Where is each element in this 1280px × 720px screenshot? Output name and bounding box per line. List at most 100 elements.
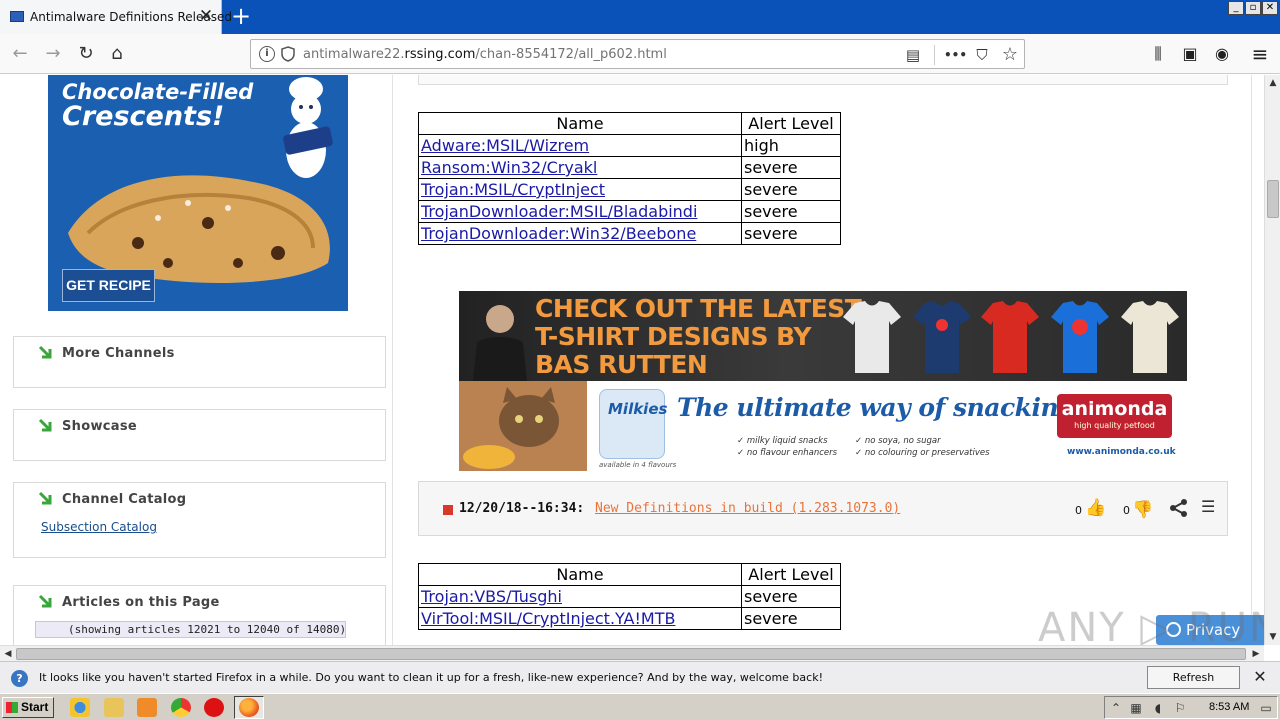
pocket-icon[interactable]: ⛉ [971, 44, 993, 66]
share-icon[interactable] [1169, 498, 1189, 518]
horizontal-scrollbar[interactable]: ◀ ▶ [0, 645, 1264, 661]
threat-link[interactable]: TrojanDownloader:Win32/Beebone [421, 224, 696, 243]
threat-link[interactable]: Trojan:MSIL/CryptInject [421, 180, 605, 199]
dislike-count: 0 [1123, 504, 1130, 517]
account-icon[interactable]: ◉ [1210, 42, 1234, 66]
column-header-name: Name [418, 112, 742, 135]
ie-icon[interactable] [70, 698, 90, 717]
refresh-firefox-button[interactable]: Refresh Firefox… [1147, 666, 1240, 705]
thumbs-down-icon[interactable]: 👎 [1132, 500, 1153, 520]
show-desktop-icon[interactable]: ▭ [1259, 701, 1273, 715]
threat-link[interactable]: VirTool:MSIL/CryptInject.YA!MTB [421, 609, 675, 628]
reader-view-icon[interactable]: ▤ [902, 44, 924, 66]
back-button[interactable]: ← [6, 40, 34, 68]
reload-button[interactable]: ↻ [72, 40, 100, 68]
forward-button[interactable]: → [39, 40, 67, 68]
sidebox-title[interactable]: Articles on this Page [62, 595, 220, 610]
arrow-down-right-icon [38, 345, 52, 359]
screen: Antimalware Definitions Released ✕ + _ ▫… [0, 0, 1280, 720]
minimize-button[interactable]: _ [1228, 1, 1244, 15]
column-header-alert-level: Alert Level [741, 563, 841, 586]
sidebox-title[interactable]: Channel Catalog [62, 492, 186, 507]
new-tab-button[interactable]: + [228, 4, 254, 30]
navigation-toolbar: ← → ↻ ⌂ i antimalware22.rssing.com/chan-… [0, 34, 1280, 74]
explorer-folder-icon[interactable] [104, 698, 124, 717]
tshirt-navy-icon [913, 301, 971, 373]
post-title-link[interactable]: New Definitions in build (1.283.1073.0) [595, 501, 900, 516]
post-menu-icon[interactable]: ☰ [1201, 497, 1215, 516]
milkies-pack-image: Milkies [599, 389, 667, 459]
tshirt-ad[interactable]: CHECK OUT THE LATEST T-SHIRT DESIGNS BY … [459, 291, 1187, 381]
windows-logo-icon [6, 702, 18, 713]
column-header-name: Name [418, 563, 742, 586]
bookmark-star-icon[interactable]: ☆ [999, 44, 1021, 66]
table-row: Trojan:VBS/Tusghi severe [418, 585, 841, 608]
crescent-ad[interactable]: Chocolate-Filled Crescents! GET RECIPE [48, 75, 348, 311]
chrome-icon[interactable] [171, 698, 191, 717]
threat-link[interactable]: Adware:MSIL/Wizrem [421, 136, 589, 155]
opera-icon[interactable] [204, 698, 224, 717]
get-recipe-button[interactable]: GET RECIPE [62, 269, 155, 302]
threat-link[interactable]: Trojan:VBS/Tusghi [421, 587, 562, 606]
media-player-icon[interactable] [137, 698, 157, 717]
tab-close-icon[interactable]: ✕ [196, 6, 216, 26]
url-host: rssing.com [404, 47, 476, 62]
column-header-alert-level: Alert Level [741, 112, 841, 135]
sidebar-toggle-icon[interactable]: ▣ [1178, 42, 1202, 66]
restore-button[interactable]: ▫ [1245, 1, 1261, 15]
scroll-down-icon[interactable]: ▼ [1265, 629, 1280, 645]
threat-link[interactable]: Ransom:Win32/Cryakl [421, 158, 597, 177]
close-notification-icon[interactable]: ✕ [1250, 666, 1270, 688]
threat-name-cell: Ransom:Win32/Cryakl [418, 156, 742, 179]
page-viewport: Chocolate-Filled Crescents! GET RECIPE M… [0, 75, 1264, 645]
feature-item: ✓ no flavour enhancers [737, 448, 838, 458]
tab-active[interactable]: Antimalware Definitions Released ✕ [0, 0, 232, 34]
url-divider [934, 45, 935, 65]
post-timestamp: 12/20/18--16:34: [459, 501, 585, 516]
scroll-right-icon[interactable]: ▶ [1248, 646, 1264, 662]
tray-expand-icon[interactable]: ⌃ [1109, 701, 1123, 715]
volume-icon[interactable]: ◖ [1151, 701, 1165, 715]
scroll-left-icon[interactable]: ◀ [0, 646, 16, 662]
url-text[interactable]: antimalware22.rssing.com/chan-8554172/al… [303, 47, 667, 62]
firefox-taskbar-button[interactable] [234, 696, 264, 719]
sidebox-title[interactable]: Showcase [62, 419, 137, 434]
banner-ad[interactable]: CHECK OUT THE LATEST T-SHIRT DESIGNS BY … [459, 291, 1187, 471]
home-button[interactable]: ⌂ [103, 40, 131, 68]
definitions-table-1: Name Alert Level Adware:MSIL/Wizrem high … [418, 112, 841, 245]
scrollbar-thumb[interactable] [1267, 180, 1279, 218]
threat-link[interactable]: TrojanDownloader:MSIL/Bladabindi [421, 202, 697, 221]
vertical-scrollbar[interactable]: ▲ ▼ [1264, 75, 1280, 645]
ad-headline: Chocolate-Filled Crescents! [62, 81, 253, 131]
showcase-box: Showcase [13, 409, 386, 461]
tracking-shield-icon[interactable] [281, 46, 295, 62]
more-channels-box: More Channels [13, 336, 386, 388]
library-icon[interactable]: ⫼ [1146, 42, 1170, 66]
page-actions-icon[interactable]: ••• [944, 44, 967, 66]
start-button[interactable]: Start [2, 697, 54, 718]
like-count: 0 [1075, 504, 1082, 517]
refresh-notification-bar: ? It looks like you haven't started Fire… [0, 661, 1280, 705]
rss-favicon-icon [10, 11, 24, 22]
table-row: Ransom:Win32/Cryakl severe [418, 156, 841, 179]
hamburger-menu-icon[interactable]: ≡ [1248, 42, 1272, 66]
scrollbar-thumb[interactable] [16, 648, 1246, 660]
tshirt-red-icon [981, 301, 1039, 373]
brand-sub: high quality petfood [1074, 421, 1155, 430]
thumbs-up-icon[interactable]: 👍 [1085, 498, 1106, 518]
close-window-button[interactable]: ✕ [1262, 1, 1278, 15]
subsection-catalog-link[interactable]: Subsection Catalog [41, 520, 157, 534]
alert-level-cell: severe [741, 200, 841, 223]
tab-strip: Antimalware Definitions Released ✕ + _ ▫… [0, 0, 1280, 34]
feature-item: ✓ no soya, no sugar [855, 436, 941, 446]
network-icon[interactable]: ▦ [1129, 701, 1143, 715]
clock[interactable]: 8:53 AM [1209, 701, 1249, 713]
site-info-icon[interactable]: i [259, 46, 275, 62]
post-bullet-icon [443, 505, 453, 515]
action-center-flag-icon[interactable]: ⚐ [1173, 701, 1187, 715]
sidebox-title[interactable]: More Channels [62, 346, 175, 361]
url-bar[interactable]: i antimalware22.rssing.com/chan-8554172/… [250, 39, 1025, 69]
animonda-ad[interactable]: Milkies available in 4 flavours The ulti… [459, 381, 1187, 471]
snack-tagline: The ultimate way of snacking! [677, 393, 1086, 422]
scroll-up-icon[interactable]: ▲ [1265, 75, 1280, 91]
